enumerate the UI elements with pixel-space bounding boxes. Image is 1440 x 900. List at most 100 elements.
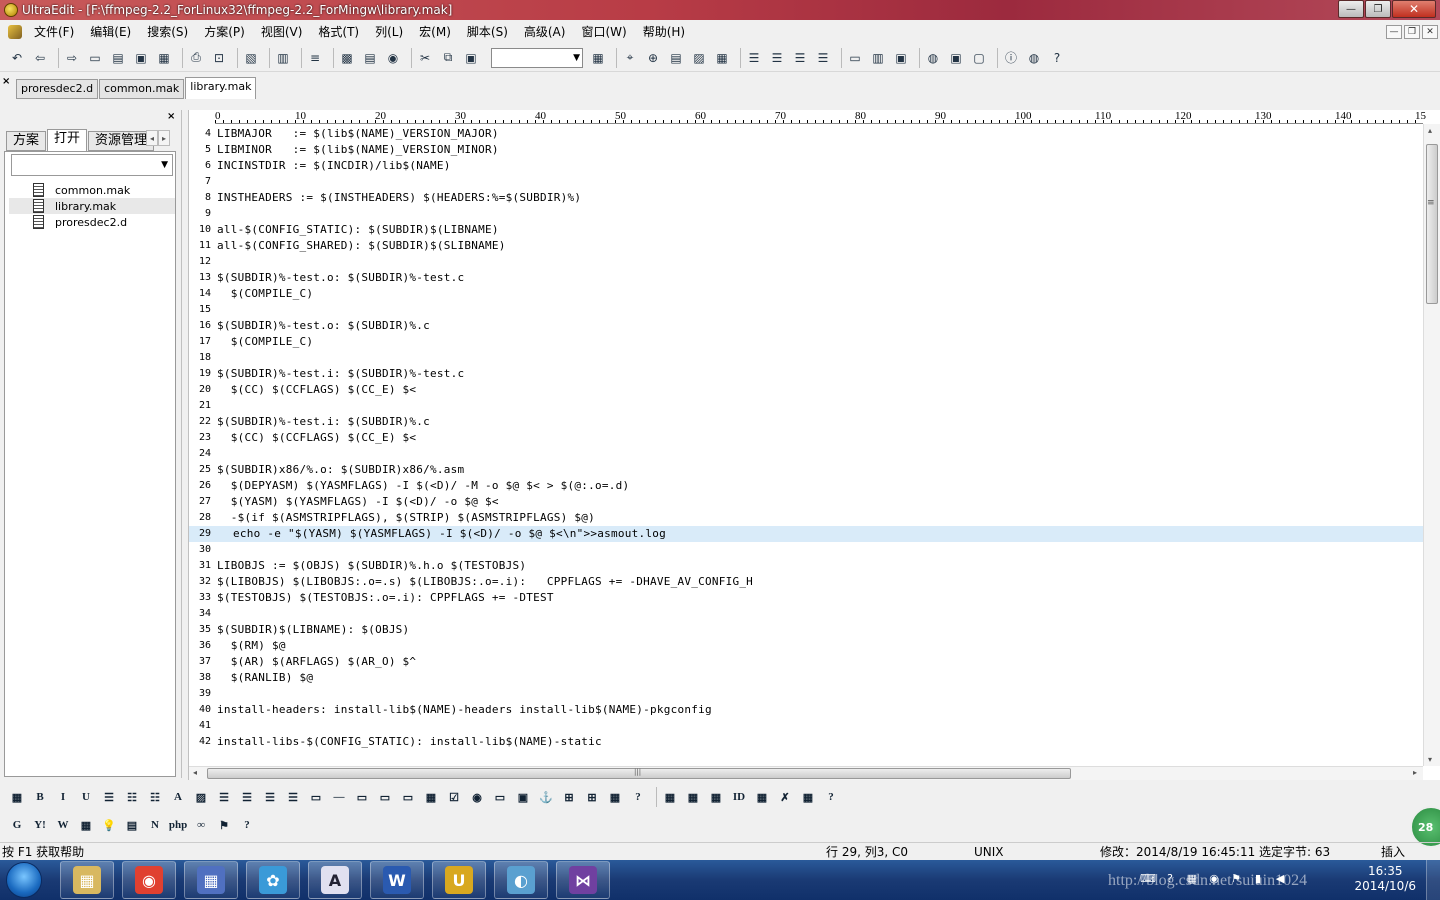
format-tool-icon[interactable]: ▣	[514, 788, 532, 806]
format-tool-icon[interactable]: ID	[730, 788, 748, 806]
format-tool-icon[interactable]: A	[169, 788, 187, 806]
code-line[interactable]: 7	[189, 174, 1423, 190]
keyboard-icon[interactable]: ⌨	[1140, 870, 1156, 886]
toolbar-tool-icon[interactable]: ▦	[589, 49, 607, 67]
code-line[interactable]: 23 $(CC) $(CCFLAGS) $(CC_E) $<	[189, 430, 1423, 446]
code-line[interactable]: 11 all-$(CONFIG_SHARED): $(SUBDIR)$(SLIBN…	[189, 238, 1423, 254]
format-tool-icon[interactable]: ▦	[606, 788, 624, 806]
panel-scroll-right-icon[interactable]: ▸	[158, 130, 170, 146]
format-tool-icon[interactable]: U	[77, 788, 95, 806]
code-line[interactable]: 36 $(RM) $@	[189, 638, 1423, 654]
toolbar-tool-icon[interactable]: ⊕	[644, 49, 662, 67]
file-tab-1[interactable]: common.mak	[99, 79, 185, 99]
toolbar-tool-icon[interactable]: ◍	[1025, 49, 1043, 67]
toolbar-tool-icon[interactable]: ▩	[338, 49, 356, 67]
format-tool-icon[interactable]: ▭	[307, 788, 325, 806]
format-tool-icon[interactable]: ☰	[284, 788, 302, 806]
code-line[interactable]: 27 $(YASM) $(YASMFLAGS) -I $(<D)/ -o $@ …	[189, 494, 1423, 510]
toolbar-tool-icon[interactable]: ⇦	[31, 49, 49, 67]
mdi-restore-button[interactable]: ❐	[1404, 25, 1420, 39]
format-tool-icon[interactable]: ◉	[468, 788, 486, 806]
menu-item-5[interactable]: 格式(T)	[310, 22, 367, 42]
toolbar-tool-icon[interactable]: ⎙	[187, 49, 205, 67]
format-tool-icon[interactable]: I	[54, 788, 72, 806]
format-tool-icon[interactable]: ☷	[123, 788, 141, 806]
code-line[interactable]: 5 LIBMINOR := $(lib$(NAME)_VERSION_MINOR)	[189, 142, 1423, 158]
format-tool-icon[interactable]: php	[169, 816, 187, 834]
format-tool-icon[interactable]: W	[54, 816, 72, 834]
code-line[interactable]: 37 $(AR) $(ARFLAGS) $(AR_O) $^	[189, 654, 1423, 670]
code-line[interactable]: 19 $(SUBDIR)%-test.i: $(SUBDIR)%-test.c	[189, 366, 1423, 382]
list-item[interactable]: library.mak	[9, 198, 175, 214]
format-tool-icon[interactable]: ⚑	[215, 816, 233, 834]
code-line[interactable]: 28 -$(if $(ASMSTRIPFLAGS), $(STRIP) $(AS…	[189, 510, 1423, 526]
format-tool-icon[interactable]: G	[8, 816, 26, 834]
menu-item-11[interactable]: 帮助(H)	[635, 22, 693, 42]
format-tool-icon[interactable]: ☰	[238, 788, 256, 806]
menu-item-10[interactable]: 窗口(W)	[573, 22, 634, 42]
list-item[interactable]: proresdec2.d	[9, 214, 175, 230]
format-tool-icon[interactable]: ?	[629, 788, 647, 806]
toolbar-tool-icon[interactable]: ▦	[155, 49, 173, 67]
format-tool-icon[interactable]: ✗	[776, 788, 794, 806]
menu-item-7[interactable]: 宏(M)	[411, 22, 459, 42]
close-button[interactable]: ✕	[1392, 0, 1436, 18]
toolbar-tool-icon[interactable]: ⧉	[439, 49, 457, 67]
format-tool-icon[interactable]: ⚓	[537, 788, 555, 806]
toolbar-tool-icon[interactable]: ☰	[768, 49, 786, 67]
code-line[interactable]: 8 INSTHEADERS := $(INSTHEADERS) $(HEADERS…	[189, 190, 1423, 206]
code-line[interactable]: 38 $(RANLIB) $@	[189, 670, 1423, 686]
taskbar-app-explorer[interactable]: ▦	[60, 861, 114, 899]
toolbar-tool-icon[interactable]: ▢	[970, 49, 988, 67]
code-line[interactable]: 16 $(SUBDIR)%-test.o: $(SUBDIR)%.c	[189, 318, 1423, 334]
minimize-button[interactable]: —	[1338, 0, 1364, 18]
format-tool-icon[interactable]: ▦	[8, 788, 26, 806]
menu-item-0[interactable]: 文件(F)	[26, 22, 82, 42]
format-tool-icon[interactable]: ☑	[445, 788, 463, 806]
toolbar-font-combo[interactable]: ▼	[491, 47, 583, 68]
start-button[interactable]	[6, 862, 42, 898]
format-tool-icon[interactable]: ☰	[261, 788, 279, 806]
code-line[interactable]: 31 LIBOBJS := $(OBJS) $(SUBDIR)%.h.o $(TE…	[189, 558, 1423, 574]
code-line[interactable]: 22 $(SUBDIR)%-test.i: $(SUBDIR)%.c	[189, 414, 1423, 430]
toolbar-tool-icon[interactable]: ✂	[416, 49, 434, 67]
panel-tab-2[interactable]: 资源管理	[88, 131, 155, 151]
panel-tab-1[interactable]: 打开	[47, 129, 88, 151]
format-tool-icon[interactable]: ▦	[753, 788, 771, 806]
antivirus-tray-icon[interactable]: ◉	[1206, 870, 1222, 886]
code-line[interactable]: 41	[189, 718, 1423, 734]
taskbar-app-qq[interactable]: ✿	[246, 861, 300, 899]
toolbar-tool-icon[interactable]: ⊡	[210, 49, 228, 67]
taskbar-app-ultraedit[interactable]: U	[432, 861, 486, 899]
toolbar-tool-icon[interactable]: ⇨	[63, 49, 81, 67]
toolbar-tool-icon[interactable]: ▣	[462, 49, 480, 67]
code-line[interactable]: 15	[189, 302, 1423, 318]
format-tool-icon[interactable]: ⊞	[583, 788, 601, 806]
format-tool-icon[interactable]: —	[330, 788, 348, 806]
code-line[interactable]: 35 $(SUBDIR)$(LIBNAME): $(OBJS)	[189, 622, 1423, 638]
volume-tray-icon[interactable]: ◀	[1272, 870, 1288, 886]
code-line[interactable]: 24	[189, 446, 1423, 462]
toolbar-tool-icon[interactable]: ≡	[306, 49, 324, 67]
code-line[interactable]: 12	[189, 254, 1423, 270]
toolbar-tool-icon[interactable]: ▨	[690, 49, 708, 67]
toolbar-tool-icon[interactable]: ⓘ	[1002, 49, 1020, 67]
code-line[interactable]: 40 install-headers: install-lib$(NAME)-he…	[189, 702, 1423, 718]
format-tool-icon[interactable]: ▦	[799, 788, 817, 806]
help-tray-icon[interactable]: ?	[1162, 870, 1178, 886]
code-line[interactable]: 18	[189, 350, 1423, 366]
code-area[interactable]: 4 LIBMAJOR := $(lib$(NAME)_VERSION_MAJOR)…	[189, 126, 1423, 766]
panel-close-icon[interactable]: ×	[167, 111, 175, 122]
code-line[interactable]: 14 $(COMPILE_C)	[189, 286, 1423, 302]
show-desktop-button[interactable]	[1426, 860, 1440, 900]
menu-item-4[interactable]: 视图(V)	[253, 22, 311, 42]
toolbar-tool-icon[interactable]: ☰	[791, 49, 809, 67]
menu-item-2[interactable]: 搜索(S)	[139, 22, 196, 42]
toolbar-tool-icon[interactable]: ⌖	[621, 49, 639, 67]
format-tool-icon[interactable]: ?	[822, 788, 840, 806]
toolbar-tool-icon[interactable]: ▣	[892, 49, 910, 67]
code-line[interactable]: 4 LIBMAJOR := $(lib$(NAME)_VERSION_MAJOR)	[189, 126, 1423, 142]
format-tool-icon[interactable]: ☷	[146, 788, 164, 806]
toolbar-tool-icon[interactable]: ▭	[86, 49, 104, 67]
taskbar-app-chrome[interactable]: ◉	[122, 861, 176, 899]
